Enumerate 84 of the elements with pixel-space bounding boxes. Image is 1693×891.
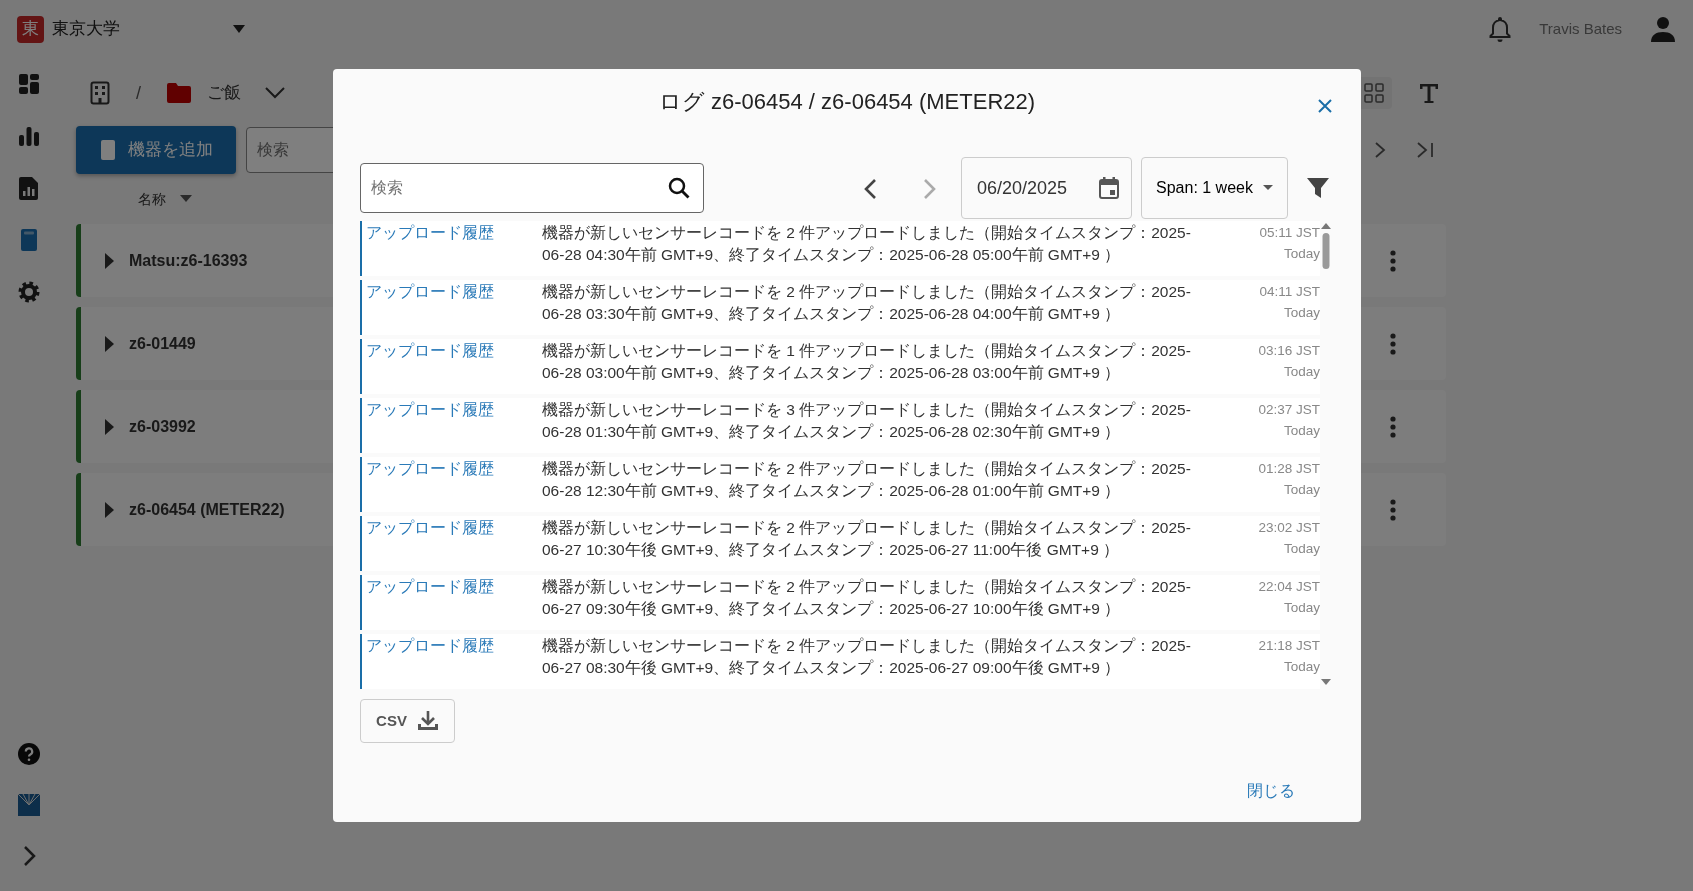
- log-time: 03:16 JST: [1257, 342, 1320, 360]
- log-day: Today: [1207, 243, 1320, 264]
- log-day: Today: [1207, 302, 1320, 323]
- log-message: 機器が新しいセンサーレコードを 2 件アップロードしました（開始タイムスタンプ：2025-06-28 03:30午前 GMT+9、終了タイムスタンプ：2025-06-28 04:00午前 GMT+9 ）: [542, 282, 1192, 324]
- dialog-title: ログ z6-06454 / z6-06454 (METER22): [658, 87, 1036, 116]
- log-day: Today: [1207, 538, 1320, 559]
- expand-caret-icon[interactable]: [103, 418, 115, 435]
- last-page-icon[interactable]: [1416, 142, 1436, 158]
- device-icon: [99, 139, 116, 161]
- more-icon[interactable]: [1390, 249, 1396, 272]
- category-link[interactable]: アップロード履歴: [366, 458, 542, 512]
- expand-caret-icon[interactable]: [103, 501, 115, 518]
- log-time: 01:28 JST: [1257, 460, 1320, 478]
- log-day: Today: [1207, 361, 1320, 382]
- user-icon[interactable]: [1650, 16, 1676, 42]
- caret-icon: [1262, 185, 1273, 191]
- breadcrumb-separator: /: [136, 81, 141, 105]
- category-link[interactable]: アップロード履歴: [366, 222, 542, 276]
- add-device-button[interactable]: 機器を追加: [76, 126, 236, 174]
- category-link[interactable]: アップロード履歴: [366, 517, 542, 571]
- log-time: 21:18 JST: [1257, 637, 1320, 655]
- chevron-icon: [863, 177, 877, 200]
- log-time: 02:37 JST: [1257, 401, 1320, 419]
- settings-icon[interactable]: [17, 280, 41, 304]
- chevron-icon: [923, 177, 937, 200]
- date-value: 06/20/2025: [977, 176, 1068, 200]
- column-header[interactable]: 名称: [138, 188, 166, 210]
- bar-chart-icon[interactable]: [17, 124, 41, 148]
- log-message: 機器が新しいセンサーレコードを 2 件アップロードしました（開始タイムスタンプ：2025-06-27 08:30午後 GMT+9、終了タイムスタンプ：2025-06-27 09:00午後 GMT+9 ）: [542, 636, 1192, 678]
- calendar-icon[interactable]: [1099, 177, 1119, 199]
- sort-caret-icon[interactable]: [180, 195, 192, 203]
- log-time: 22:04 JST: [1257, 578, 1320, 596]
- log-day: Today: [1207, 479, 1320, 500]
- caret-icon[interactable]: [232, 24, 246, 34]
- category-link[interactable]: アップロード履歴: [366, 281, 542, 335]
- download-icon: [416, 710, 439, 732]
- category-link[interactable]: アップロード履歴: [366, 576, 542, 630]
- device-name: z6-06454 (METER22): [129, 499, 285, 520]
- date-field[interactable]: 06/20/2025: [961, 157, 1132, 219]
- more-icon[interactable]: [1390, 415, 1396, 438]
- chevron-right-icon[interactable]: [1374, 142, 1386, 158]
- log-time: 04:11 JST: [1258, 283, 1320, 301]
- device-name: z6-03992: [129, 416, 196, 437]
- brand-logo-icon[interactable]: [17, 793, 41, 817]
- close-link[interactable]: 閉じる: [1241, 778, 1301, 804]
- close-icon: [1318, 98, 1332, 113]
- log-search-field[interactable]: 検索: [360, 163, 704, 213]
- log-message: 機器が新しいセンサーレコードを 2 件アップロードしました（開始タイムスタンプ：2025-06-28 12:30午前 GMT+9、終了タイムスタンプ：2025-06-28 01:00午前 GMT+9 ）: [542, 459, 1192, 501]
- org-name[interactable]: 東京大学: [52, 16, 120, 42]
- scrollbar[interactable]: [1320, 221, 1332, 687]
- dashboard-icon[interactable]: [17, 72, 41, 96]
- span-dropdown[interactable]: Span: 1 week: [1141, 157, 1288, 219]
- log-message: 機器が新しいセンサーレコードを 2 件アップロードしました（開始タイムスタンプ：2025-06-28 04:30午前 GMT+9、終了タイムスタンプ：2025-06-28 05:00午前 GMT+9 ）: [542, 223, 1192, 265]
- log-time: 05:11 JST: [1258, 224, 1320, 242]
- filter-icon: [1306, 176, 1330, 201]
- device-name: z6-01449: [129, 333, 196, 354]
- device-name: Matsu:z6-16393: [129, 250, 248, 271]
- bell-icon[interactable]: [1489, 16, 1512, 42]
- user-name: Travis Bates: [1539, 18, 1622, 39]
- log-message: 機器が新しいセンサーレコードを 2 件アップロードしました（開始タイムスタンプ：2025-06-27 10:30午後 GMT+9、終了タイムスタンプ：2025-06-27 11:00午後 GMT+9 ）: [542, 518, 1192, 560]
- log-message: 機器が新しいセンサーレコードを 3 件アップロードしました（開始タイムスタンプ：2025-06-28 01:30午前 GMT+9、終了タイムスタンプ：2025-06-28 02:30午前 GMT+9 ）: [542, 400, 1192, 442]
- folder-name[interactable]: ご飯: [207, 80, 241, 106]
- log-day: Today: [1207, 597, 1320, 618]
- csv-download-button[interactable]: CSV: [360, 699, 455, 743]
- expand-caret-icon[interactable]: [103, 252, 115, 269]
- log-day: Today: [1207, 656, 1320, 677]
- chevron-down-icon[interactable]: [265, 87, 285, 99]
- category-link[interactable]: アップロード履歴: [366, 399, 542, 453]
- more-icon[interactable]: [1390, 332, 1396, 355]
- log-time: 23:02 JST: [1257, 519, 1320, 537]
- folder-icon[interactable]: [167, 83, 191, 103]
- report-icon[interactable]: [17, 176, 41, 200]
- log-message: 機器が新しいセンサーレコードを 1 件アップロードしました（開始タイムスタンプ：2025-06-28 03:00午前 GMT+9、終了タイムスタンプ：2025-06-28 03:00午前 GMT+9 ）: [542, 341, 1192, 383]
- building-icon[interactable]: [90, 81, 110, 105]
- log-day: Today: [1207, 420, 1320, 441]
- text-icon[interactable]: [1418, 82, 1440, 104]
- help-icon[interactable]: [17, 742, 41, 766]
- org-logo: 東: [17, 15, 44, 43]
- more-icon[interactable]: [1390, 498, 1396, 521]
- log-message: 機器が新しいセンサーレコードを 2 件アップロードしました（開始タイムスタンプ：2025-06-27 09:30午後 GMT+9、終了タイムスタンプ：2025-06-27 10:00午後 GMT+9 ）: [542, 577, 1192, 619]
- category-link[interactable]: アップロード履歴: [366, 635, 542, 689]
- expand-caret-icon[interactable]: [103, 335, 115, 352]
- grid-icon: [1364, 83, 1384, 103]
- category-link[interactable]: アップロード履歴: [366, 340, 542, 394]
